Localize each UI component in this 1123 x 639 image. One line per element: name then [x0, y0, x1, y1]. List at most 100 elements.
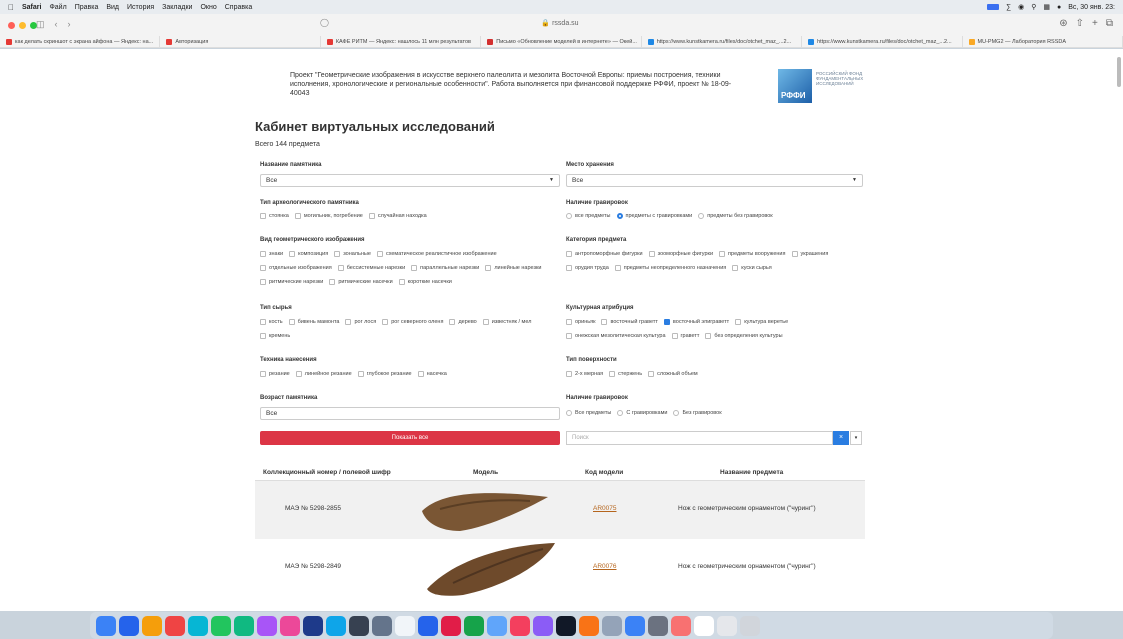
checkbox[interactable] — [288, 319, 295, 325]
checkbox[interactable] — [260, 333, 266, 339]
filter-option[interactable]: орудия труда — [566, 265, 609, 271]
dock-app-icon[interactable] — [625, 615, 645, 636]
search-dropdown-button[interactable]: ▾ — [850, 431, 862, 445]
checkbox[interactable] — [449, 319, 456, 325]
radio-button[interactable] — [566, 410, 572, 416]
menu-help[interactable]: Справка — [225, 4, 252, 11]
address-bar[interactable]: 🔒 rssda.su — [480, 18, 640, 30]
shield-icon[interactable]: ◯ — [320, 18, 329, 27]
checkbox[interactable] — [485, 265, 492, 271]
checkbox[interactable] — [566, 371, 572, 377]
filter-option[interactable]: дерево — [449, 319, 477, 325]
model-code-link[interactable]: AR0076 — [593, 563, 617, 570]
filter-option[interactable]: сложный объем — [648, 371, 698, 377]
table-row[interactable]: МАЭ № 5298-2855 AR0075 Нож с геометричес… — [255, 481, 865, 539]
dock-app-icon[interactable] — [694, 615, 714, 636]
dock-app-icon[interactable] — [418, 615, 438, 636]
new-tab-icon[interactable]: + — [1092, 18, 1098, 29]
checkbox[interactable] — [566, 251, 572, 257]
filter-option[interactable]: схематическое реалистичное изображение — [376, 251, 497, 257]
search-icon[interactable]: ⚲ — [1031, 3, 1036, 11]
forward-icon[interactable]: › — [68, 19, 71, 30]
storage-select[interactable]: Все ▼ — [566, 174, 863, 187]
dock-app-icon[interactable] — [740, 615, 760, 636]
model-thumbnail[interactable] — [423, 541, 558, 597]
checkbox[interactable] — [417, 371, 424, 377]
dock-app-icon[interactable] — [579, 615, 599, 636]
apple-icon[interactable]:  — [8, 3, 14, 12]
filter-option[interactable]: ритмические нарезки — [260, 279, 323, 285]
filter-option[interactable]: параллельные нарезки — [411, 265, 479, 271]
filter-option[interactable]: куски сырья — [732, 265, 772, 271]
browser-tab[interactable]: Авторизация — [160, 36, 321, 48]
siri-icon[interactable]: ● — [1057, 4, 1061, 11]
download-icon[interactable]: ⊛ — [1059, 18, 1067, 29]
age-input[interactable]: Все — [260, 407, 560, 420]
dock-app-icon[interactable] — [303, 615, 323, 636]
dock-app-icon[interactable] — [165, 615, 185, 636]
menu-history[interactable]: История — [127, 4, 154, 11]
dock-app-icon[interactable] — [671, 615, 691, 636]
menu-bookmarks[interactable]: Закладки — [162, 4, 192, 11]
checkbox[interactable] — [382, 319, 389, 325]
dock-app-icon[interactable] — [119, 615, 139, 636]
filter-option[interactable]: резание — [260, 371, 290, 377]
checkbox[interactable] — [260, 319, 266, 325]
checkbox[interactable] — [376, 251, 383, 257]
dock-app-icon[interactable] — [556, 615, 576, 636]
dock-app-icon[interactable] — [510, 615, 530, 636]
checkbox[interactable] — [648, 251, 655, 257]
checkbox[interactable] — [566, 319, 572, 325]
checkbox[interactable] — [663, 319, 670, 325]
bluetooth-icon[interactable]: ∑ — [1006, 4, 1011, 11]
table-row[interactable]: МАЭ № 5298-2849 AR0076 Нож с геометричес… — [255, 539, 865, 597]
checkbox[interactable] — [357, 371, 364, 377]
filter-option[interactable]: антропоморфные фигурки — [566, 251, 643, 257]
dock-app-icon[interactable] — [372, 615, 392, 636]
monument-name-select[interactable]: Все ▼ — [260, 174, 560, 187]
checkbox[interactable] — [289, 251, 296, 257]
radio-button[interactable] — [616, 213, 623, 219]
filter-option[interactable]: С гравировками — [617, 410, 667, 416]
checkbox[interactable] — [260, 371, 266, 377]
filter-option[interactable]: короткие насечки — [398, 279, 452, 285]
show-all-button[interactable]: Показать все — [260, 431, 560, 445]
checkbox[interactable] — [411, 265, 418, 271]
checkbox[interactable] — [337, 265, 344, 271]
minimize-icon[interactable] — [19, 22, 26, 29]
filter-option[interactable]: предметы неопределенного назначения — [614, 265, 726, 271]
clock[interactable]: Вс, 30 янв. 23: — [1068, 4, 1115, 11]
filter-option[interactable]: ориньяк — [566, 319, 595, 325]
filter-option[interactable]: бессистемные нарезки — [337, 265, 405, 271]
filter-option[interactable]: восточный эпиграветт — [663, 319, 729, 325]
dock-app-icon[interactable] — [257, 615, 277, 636]
browser-tab[interactable]: https://www.kunstkamera.ru/files/doc/otc… — [802, 36, 963, 48]
filter-option[interactable]: граветт — [671, 333, 699, 339]
checkbox[interactable] — [295, 371, 302, 377]
browser-tab[interactable]: Письмо «Обновление моделей в интернете» … — [481, 36, 642, 48]
menu-edit[interactable]: Правка — [75, 4, 99, 11]
battery-icon[interactable] — [987, 4, 1000, 10]
filter-option[interactable]: композиция — [289, 251, 328, 257]
browser-tab[interactable]: MU-PMG2 — Лаборатория RSSDA — [963, 36, 1123, 48]
filter-option[interactable]: без определения культуры — [705, 333, 783, 339]
dock-app-icon[interactable] — [211, 615, 231, 636]
checkbox[interactable] — [609, 371, 616, 377]
checkbox[interactable] — [329, 279, 336, 285]
checkbox[interactable] — [566, 333, 572, 339]
dock-app-icon[interactable] — [349, 615, 369, 636]
search-input[interactable]: Поиск — [566, 431, 833, 445]
dock-app-icon[interactable] — [441, 615, 461, 636]
filter-option[interactable]: культура веретье — [735, 319, 788, 325]
checkbox[interactable] — [566, 265, 572, 271]
dock-app-icon[interactable] — [142, 615, 162, 636]
checkbox[interactable] — [614, 265, 621, 271]
browser-tab[interactable]: https://www.kunstkamera.ru/files/doc/otc… — [642, 36, 803, 48]
filter-option[interactable]: стоянка — [260, 213, 289, 219]
filter-option[interactable]: ритмические насечки — [329, 279, 393, 285]
browser-tab[interactable]: КАФЕ РИТМ — Яндекс: нашлось 11 млн резул… — [321, 36, 482, 48]
clear-search-button[interactable]: × — [833, 431, 849, 445]
filter-option[interactable]: зооморфные фигурки — [648, 251, 713, 257]
filter-option[interactable]: зональные — [334, 251, 371, 257]
checkbox[interactable] — [671, 333, 678, 339]
